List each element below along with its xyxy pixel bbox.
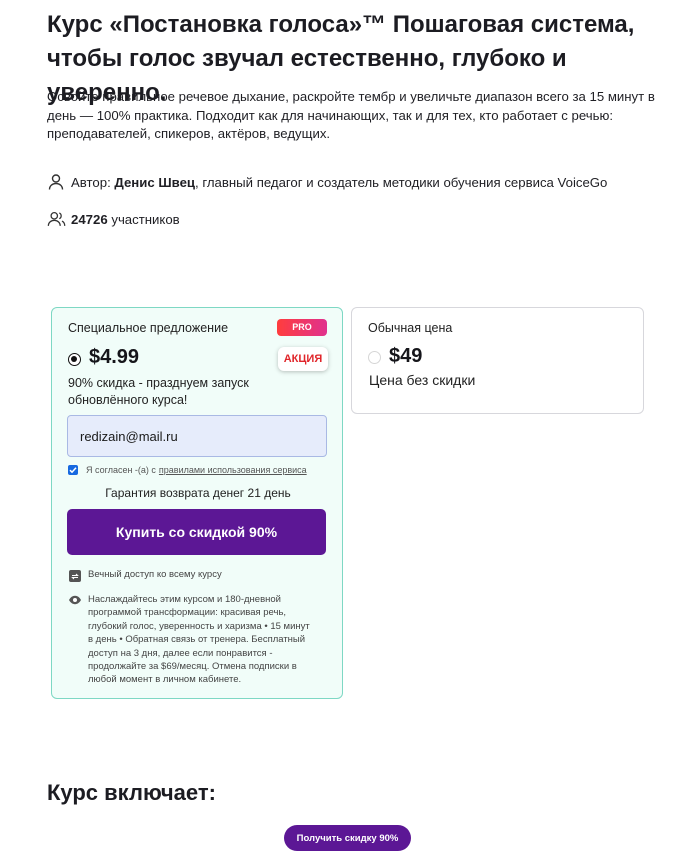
agree-checkbox[interactable] <box>68 465 78 475</box>
pro-badge: PRO <box>277 319 327 336</box>
sale-badge: АКЦИЯ <box>278 347 328 371</box>
email-field[interactable] <box>67 415 327 457</box>
feature-access-text: Вечный доступ ко всему курсу <box>88 569 222 580</box>
refresh-icon <box>68 569 82 583</box>
feature-program: Наслаждайтесь этим курсом и 180-дневной … <box>68 593 313 687</box>
course-includes-title: Курс включает: <box>47 780 216 805</box>
buy-discount-button[interactable]: Купить со скидкой 90% <box>67 509 326 555</box>
agree-text: Я согласен -(а) с <box>86 465 156 475</box>
regular-offer-card[interactable]: Обычная цена $49 Цена без скидки <box>351 307 644 414</box>
author-row: Автор: Денис Швец, главный педагог и соз… <box>47 172 607 192</box>
participants-label: участников <box>111 211 180 227</box>
regular-price-description: Цена без скидки <box>369 372 476 388</box>
eye-icon <box>68 593 82 607</box>
user-icon <box>47 172 67 192</box>
special-price: $4.99 <box>89 346 140 368</box>
get-discount-button[interactable]: Получить скидку 90% <box>284 825 411 851</box>
author-prefix: Автор: <box>71 174 111 190</box>
feature-program-text: Наслаждайтесь этим курсом и 180-дневной … <box>88 594 310 686</box>
regular-offer-label: Обычная цена <box>368 321 453 335</box>
users-icon <box>47 209 67 229</box>
special-offer-radio[interactable] <box>68 353 81 366</box>
special-offer-label: Специальное предложение <box>68 321 229 335</box>
regular-price: $49 <box>389 345 423 367</box>
author-name: Денис Швец <box>114 174 196 190</box>
discount-text: 90% скидка - празднуем запуск обновлённо… <box>68 376 249 407</box>
participants-row: 24726 участников <box>47 209 180 229</box>
regular-offer-radio[interactable] <box>368 351 381 364</box>
special-offer-card[interactable]: Специальное предложение PRO $4.99 АКЦИЯ … <box>51 307 343 699</box>
feature-lifetime-access: Вечный доступ ко всему курсу <box>68 569 222 583</box>
terms-link[interactable]: правилами использования сервиса <box>159 465 307 475</box>
author-description: , главный педагог и создатель методики о… <box>195 174 608 190</box>
agree-row: Я согласен -(а) с правилами использовани… <box>68 465 307 475</box>
participants-count: 24726 <box>71 211 108 227</box>
money-back-guarantee: Гарантия возврата денег 21 день <box>105 486 291 500</box>
course-intro: Освойте правильное речевое дыхание, раск… <box>47 89 655 141</box>
